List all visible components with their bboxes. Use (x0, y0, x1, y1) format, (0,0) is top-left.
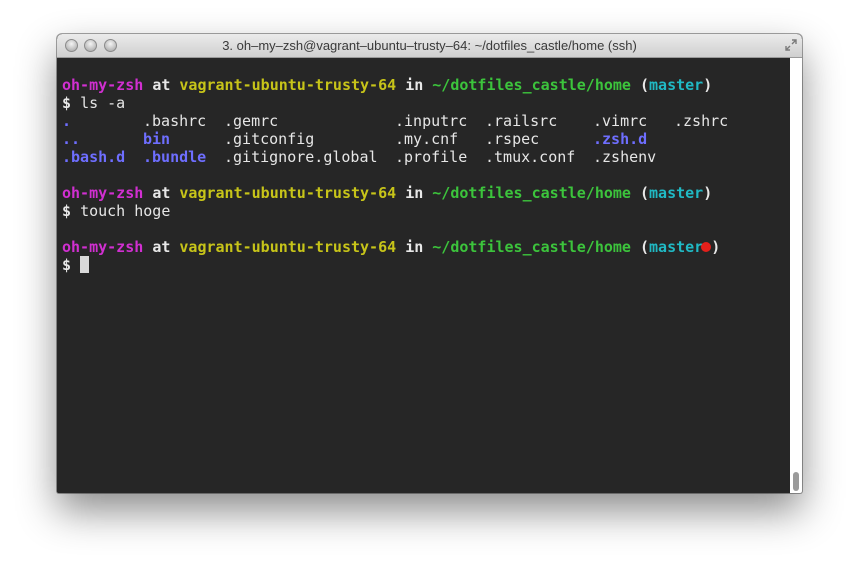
prompt-user: oh-my-zsh (62, 184, 144, 202)
fullscreen-icon[interactable] (785, 39, 797, 51)
ls-entry-file: .vimrc (593, 112, 648, 130)
prompt-path: ~/dotfiles_castle/home (432, 184, 631, 202)
window-title: 3. oh–my–zsh@vagrant–ubuntu–trusty–64: ~… (222, 38, 637, 53)
ls-entry-file: .rspec (485, 130, 540, 148)
command-line: $ touch hoge (62, 202, 790, 220)
prompt-user: oh-my-zsh (62, 238, 144, 256)
ls-entry-dir: .bash.d (62, 148, 126, 166)
prompt-line: oh-my-zsh at vagrant-ubuntu-trusty-64 in… (62, 184, 790, 202)
prompt-symbol: $ (62, 202, 72, 220)
ls-entry-file: .gitignore.global (224, 148, 378, 166)
prompt-close-paren: ) (711, 238, 721, 256)
prompt-host: vagrant-ubuntu-trusty-64 (179, 76, 397, 94)
prompt-at: at (152, 184, 171, 202)
scrollbar[interactable] (790, 58, 802, 493)
command-text: touch hoge (80, 202, 171, 220)
prompt-branch: master (649, 184, 704, 202)
prompt-open-paren: ( (640, 184, 650, 202)
command-line: $ ls -a (62, 94, 790, 112)
ls-entry-file: .my.cnf (395, 130, 459, 148)
title-bar[interactable]: 3. oh–my–zsh@vagrant–ubuntu–trusty–64: ~… (57, 34, 802, 58)
ls-entry-dir: .. (62, 130, 81, 148)
ls-entry-file: .profile (395, 148, 468, 166)
prompt-host: vagrant-ubuntu-trusty-64 (179, 238, 397, 256)
prompt-in: in (405, 76, 424, 94)
scrollbar-thumb[interactable] (793, 472, 799, 491)
terminal-window: 3. oh–my–zsh@vagrant–ubuntu–trusty–64: ~… (57, 34, 802, 493)
prompt-close-paren: ) (703, 76, 713, 94)
prompt-open-paren: ( (640, 76, 650, 94)
prompt-in: in (405, 238, 424, 256)
ls-row: . .bashrc .gemrc .inputrc .railsrc .vimrc .zsh… (62, 112, 790, 130)
prompt-branch: master (649, 238, 704, 256)
active-command-line[interactable]: $ (62, 256, 790, 274)
ls-row: .bash.d .bundle .gitignore.global .profile.… (62, 148, 790, 166)
prompt-open-paren: ( (640, 238, 650, 256)
text-cursor (80, 256, 90, 273)
prompt-path: ~/dotfiles_castle/home (432, 76, 631, 94)
ls-entry-dir: bin (143, 130, 171, 148)
prompt-host: vagrant-ubuntu-trusty-64 (179, 184, 397, 202)
prompt-symbol: $ (62, 94, 72, 112)
prompt-at: at (152, 238, 171, 256)
prompt-in: in (405, 184, 424, 202)
ls-entry-dir: . (62, 112, 72, 130)
ls-entry-file: .gitconfig (224, 130, 315, 148)
prompt-path: ~/dotfiles_castle/home (432, 238, 631, 256)
ls-entry-file: .bashrc (143, 112, 207, 130)
dirty-status-dot-icon (701, 242, 712, 252)
ls-entry-file: .railsrc (485, 112, 558, 130)
prompt-close-paren: ) (703, 184, 713, 202)
prompt-branch: master (649, 76, 704, 94)
prompt-symbol: $ (62, 256, 72, 274)
ls-entry-file: .inputrc (395, 112, 468, 130)
ls-entry-file: .zshenv (593, 148, 657, 166)
ls-entry-file: .zshrc (674, 112, 729, 130)
terminal-content[interactable]: oh-my-zsh at vagrant-ubuntu-trusty-64 in… (57, 58, 790, 493)
ls-entry-file: .tmux.conf (485, 148, 576, 166)
prompt-line: oh-my-zsh at vagrant-ubuntu-trusty-64 in… (62, 238, 790, 256)
prompt-line: oh-my-zsh at vagrant-ubuntu-trusty-64 in… (62, 76, 790, 94)
ls-entry-file: .gemrc (224, 112, 279, 130)
ls-entry-dir: .zsh.d (593, 130, 648, 148)
ls-entry-dir: .bundle (143, 148, 207, 166)
prompt-at: at (152, 76, 171, 94)
prompt-user: oh-my-zsh (62, 76, 144, 94)
ls-row: .. bin .gitconfig .my.cnf .rspec .zsh.d (62, 130, 790, 148)
command-text: ls -a (80, 94, 126, 112)
